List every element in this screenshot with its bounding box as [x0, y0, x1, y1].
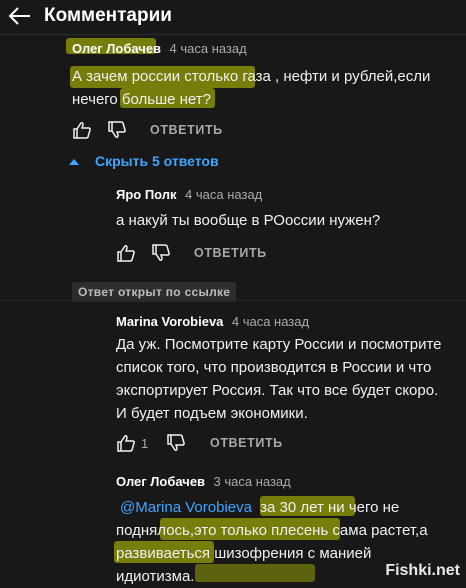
- reply-text-line: @Marina Vorobieva за 30 лет ни чего не: [116, 496, 461, 519]
- header-divider: [0, 34, 466, 35]
- reply-button[interactable]: ОТВЕТИТЬ: [194, 246, 267, 260]
- thumb-down-icon[interactable]: [107, 121, 127, 139]
- reply-actions: 1 ОТВЕТИТЬ: [116, 434, 336, 454]
- page-title: Комментарии: [44, 5, 172, 26]
- comment-text-line: А зачем россии столько газа , нефти и ру…: [72, 68, 431, 85]
- reply-text: Да уж. Посмотрите карту России и посмотр…: [116, 333, 464, 425]
- thumb-down-icon[interactable]: [166, 434, 186, 452]
- linked-reply-divider: [0, 300, 466, 301]
- reply-text-line: а накуй ты вообще в РОоссии нужен?: [116, 212, 381, 229]
- mention-link[interactable]: @Marina Vorobieva: [120, 499, 252, 516]
- linked-reply-badge: Ответ открыт по ссылке: [72, 282, 237, 302]
- thumb-up-icon[interactable]: [72, 121, 92, 139]
- thumb-down-icon[interactable]: [151, 244, 171, 262]
- reply-button[interactable]: ОТВЕТИТЬ: [150, 123, 223, 137]
- reply-text: а накуй ты вообще в РОоссии нужен?: [116, 209, 461, 232]
- reply-time: 4 часа назад: [185, 187, 263, 202]
- reply-actions: ОТВЕТИТЬ: [116, 244, 316, 264]
- thumb-up-icon[interactable]: [116, 244, 136, 262]
- hide-replies-label: Скрыть 5 ответов: [95, 153, 219, 169]
- reply-time: 4 часа назад: [231, 314, 310, 329]
- reply-text-line: И будет подъем экономики.: [116, 405, 308, 422]
- reply-text-line: поднялось,это только плесень сама растет…: [116, 522, 428, 539]
- comment-text-line: нечего больше нет?: [72, 91, 211, 108]
- comment-text: А зачем россии столько газа , нефти и ру…: [72, 65, 462, 111]
- reply-text-line: список того, что производится в России и…: [116, 359, 432, 376]
- reply-author[interactable]: Яро Полк: [116, 187, 177, 202]
- reply-author[interactable]: Олег Лобачев: [116, 474, 205, 489]
- reply-button[interactable]: ОТВЕТИТЬ: [210, 436, 283, 450]
- reply-header: Яро Полк 4 часа назад: [116, 186, 262, 204]
- reply-text-line: Да уж. Посмотрите карту России и посмотр…: [116, 336, 442, 353]
- comment-author[interactable]: Олег Лобачев: [72, 41, 161, 56]
- reply-header: Marina Vorobieva 4 часа назад: [116, 313, 309, 331]
- comment-time: 4 часа назад: [169, 41, 247, 56]
- watermark: Fishki.net: [385, 562, 460, 579]
- chevron-up-icon: [69, 159, 79, 165]
- reply-text-fragment: за 30 лет ни чего не: [260, 499, 400, 516]
- comment-header: Олег Лобачев 4 часа назад: [72, 40, 247, 58]
- reply-time: 3 часа назад: [213, 474, 291, 489]
- like-count: 1: [141, 436, 149, 451]
- reply-text-line: экспортирует Россия. Так что все будет с…: [116, 382, 439, 399]
- comment-actions: ОТВЕТИТЬ: [72, 121, 272, 141]
- thumb-up-icon[interactable]: [116, 434, 136, 452]
- reply-author[interactable]: Marina Vorobieva: [116, 314, 223, 329]
- arrow-left-icon[interactable]: [8, 6, 32, 26]
- reply-header: Олег Лобачев 3 часа назад: [116, 473, 291, 491]
